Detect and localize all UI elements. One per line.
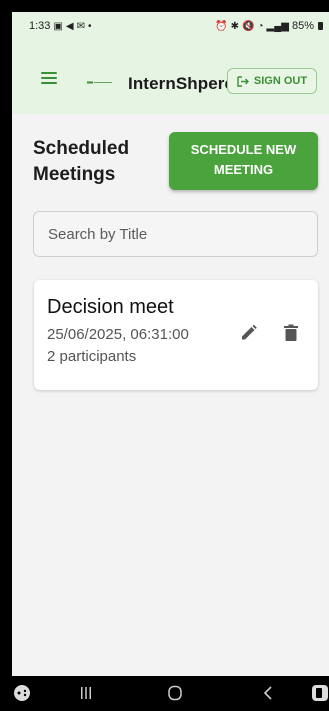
battery-icon: [318, 22, 323, 30]
back-icon: [263, 686, 272, 700]
home-icon: [168, 685, 182, 701]
meeting-card[interactable]: Decision meet 25/06/2025, 06:31:00 2 par…: [34, 280, 318, 390]
pencil-icon: [242, 324, 257, 340]
home-button[interactable]: [167, 685, 183, 706]
alarm-icon: ⏰: [215, 20, 228, 32]
meeting-datetime: 25/06/2025, 06:31:00: [47, 326, 189, 343]
send-icon: ◀: [65, 20, 74, 32]
logout-icon: [237, 75, 249, 87]
screen-rotate-button[interactable]: [311, 684, 329, 707]
app-bar: InternShpere SIGN OUT: [12, 40, 329, 114]
status-bar: 1:33 ▣ ◀ ✉ • ⏰ ✱ 🔇 ◔ ▂▄▆ 85%: [12, 12, 329, 40]
meeting-title: Decision meet: [47, 296, 174, 318]
logo-icon: [87, 81, 112, 84]
mute-icon: 🔇: [242, 20, 255, 32]
sign-out-label: SIGN OUT: [253, 75, 308, 87]
page-title: Scheduled Meetings: [33, 138, 130, 185]
status-left: 1:33 ▣ ◀ ✉ •: [29, 20, 91, 32]
menu-icon-line: [41, 82, 57, 84]
app-screen: 1:33 ▣ ◀ ✉ • ⏰ ✱ 🔇 ◔ ▂▄▆ 85% InternShper…: [12, 12, 329, 676]
status-time: 1:33: [29, 20, 51, 32]
rotate-icon: [312, 685, 328, 701]
recent-apps-icon: [81, 687, 91, 699]
edit-meeting-button[interactable]: [237, 321, 261, 345]
system-nav-bar: [0, 676, 329, 711]
trash-icon: [284, 324, 298, 341]
bluetooth-icon: ✱: [230, 20, 239, 32]
battery-percent: 85%: [291, 20, 314, 32]
wifi-icon: ◔: [257, 20, 264, 32]
delete-meeting-button[interactable]: [279, 321, 303, 345]
recent-apps-button[interactable]: [79, 686, 93, 705]
game-launcher-button[interactable]: [13, 684, 31, 707]
mail-icon: ✉: [76, 20, 85, 32]
app-brand: InternShpere: [128, 74, 235, 93]
search-input[interactable]: [33, 211, 318, 257]
signal-icon: ▂▄▆: [266, 20, 289, 32]
menu-icon-line: [41, 77, 57, 79]
gallery-icon: ▣: [53, 20, 63, 32]
status-right: ⏰ ✱ 🔇 ◔ ▂▄▆ 85%: [215, 20, 323, 32]
schedule-new-meeting-button[interactable]: SCHEDULE NEW MEETING: [169, 132, 318, 190]
meeting-participants: 2 participants: [47, 348, 137, 365]
dot-icon: •: [87, 20, 92, 32]
back-button[interactable]: [262, 686, 274, 705]
menu-button[interactable]: [41, 72, 57, 84]
sign-out-button[interactable]: SIGN OUT: [227, 68, 317, 94]
menu-icon: [41, 72, 57, 74]
gamepad-icon: [14, 685, 30, 701]
